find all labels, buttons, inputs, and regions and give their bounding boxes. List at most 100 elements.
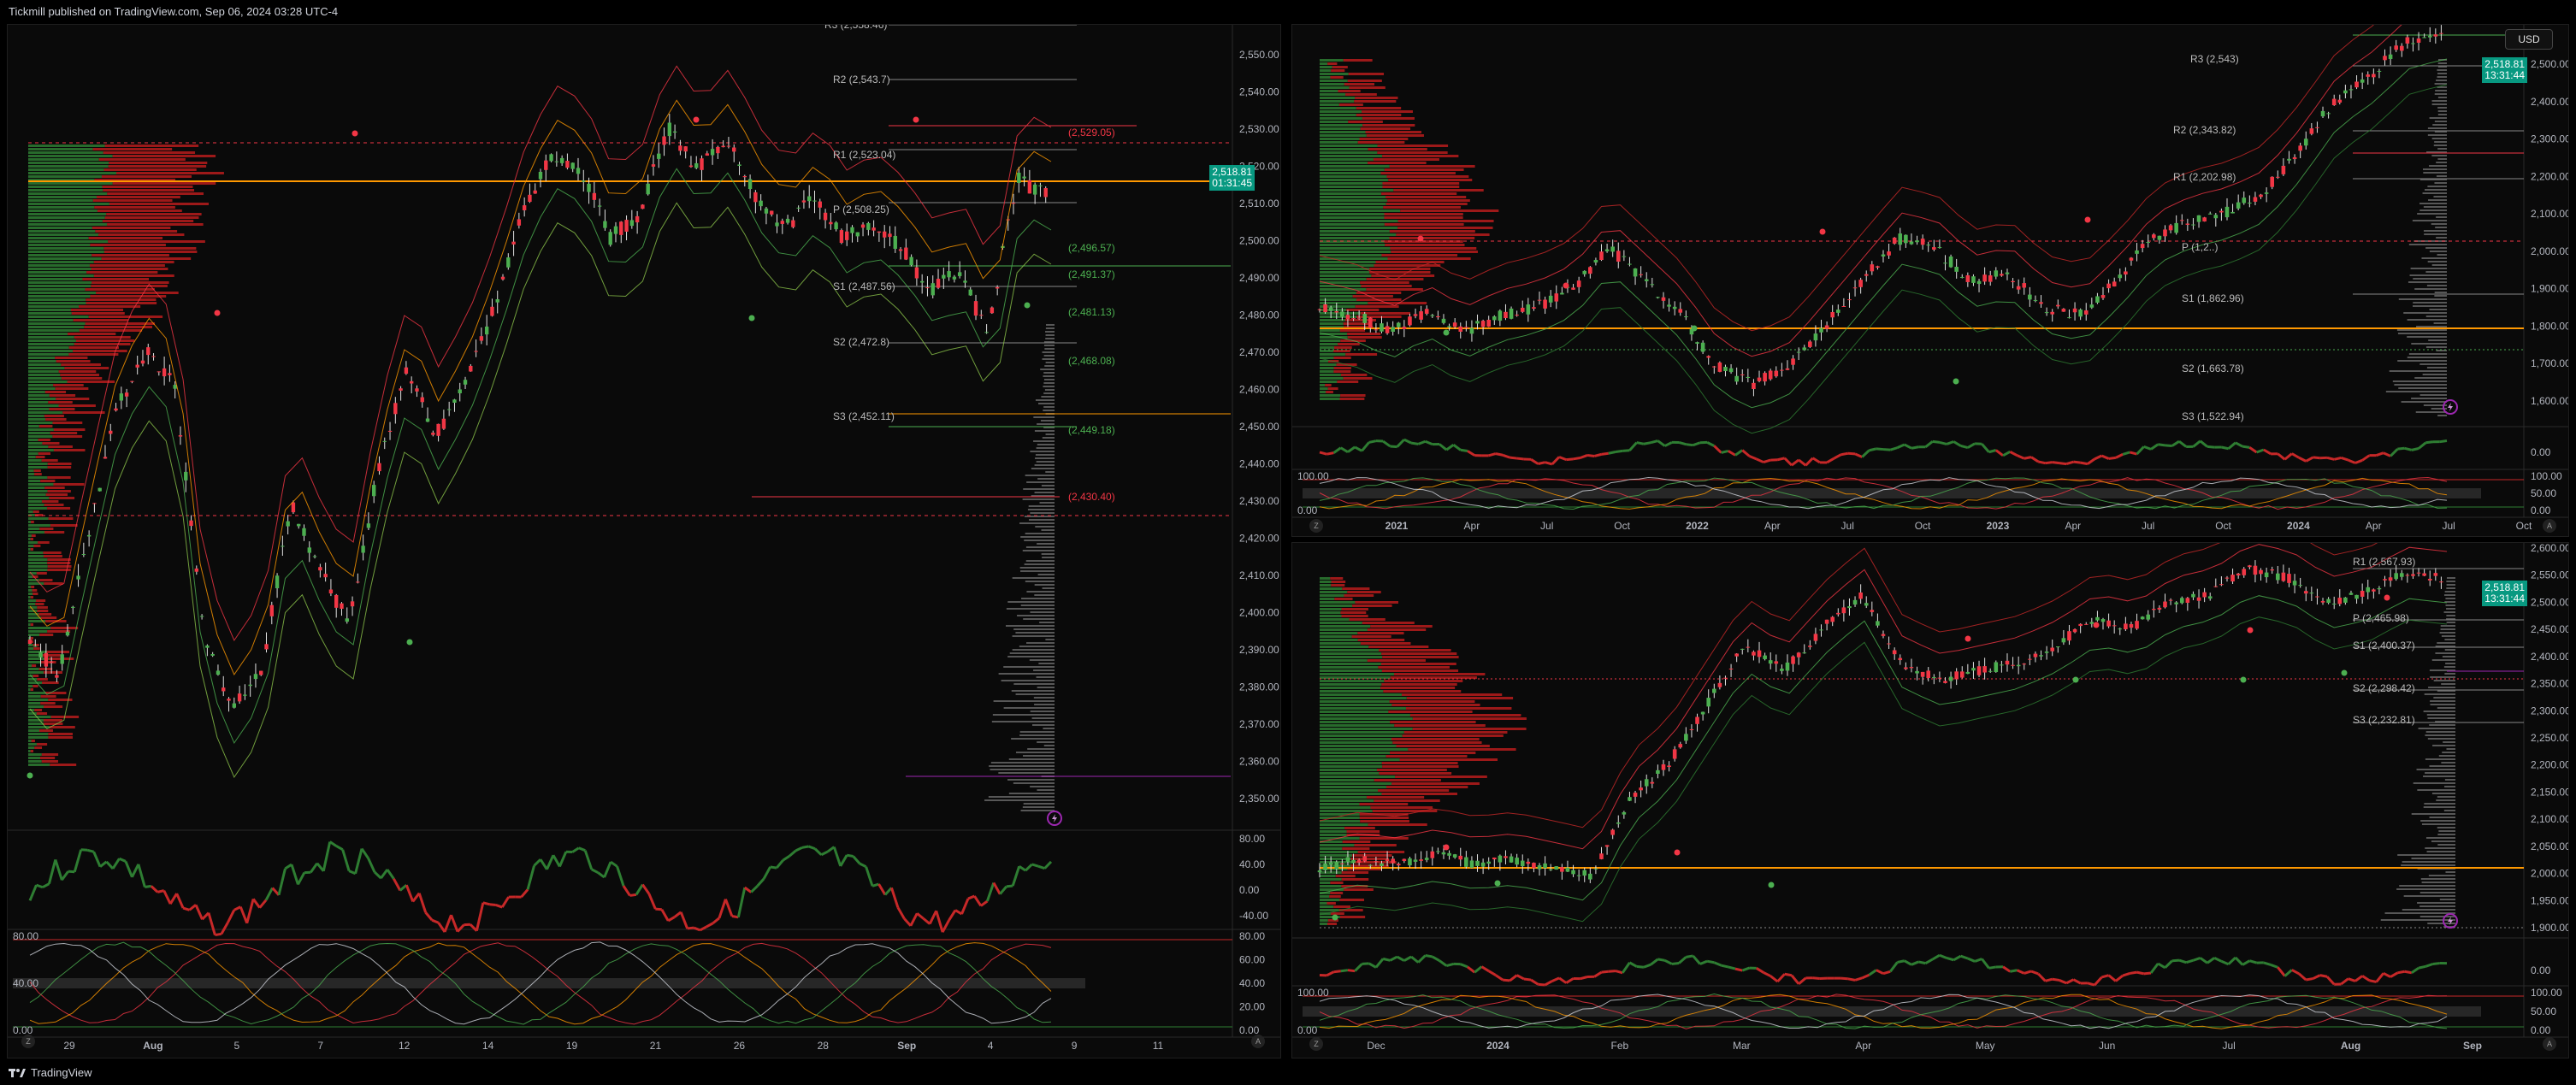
volume-profile-bar xyxy=(44,531,65,534)
candle-body xyxy=(2039,655,2043,657)
volume-profile-bar xyxy=(41,753,59,756)
candle-body xyxy=(1943,262,1947,264)
momentum-line xyxy=(1347,969,1356,973)
volume-profile-bar xyxy=(1320,186,1383,188)
candle-body xyxy=(716,146,720,154)
candle-body xyxy=(570,162,575,169)
candle-body xyxy=(1728,368,1734,373)
candle-body xyxy=(522,205,527,210)
a-icon[interactable]: A xyxy=(2543,1037,2556,1051)
volume-profile-bar xyxy=(28,685,33,687)
candle-body xyxy=(700,158,704,170)
candle-body xyxy=(635,215,640,223)
volume-profile-bar xyxy=(1337,380,1359,383)
volume-profile-bar xyxy=(1368,646,1429,648)
candle-body xyxy=(2377,70,2382,72)
candle-body xyxy=(1356,859,1362,863)
candle-body xyxy=(2377,587,2382,590)
oscillator-axis-label: 50.00 xyxy=(2531,1005,2556,1017)
pivot-level-label: S3 (2,452.11) xyxy=(833,410,895,422)
volume-profile-bar xyxy=(1408,748,1516,751)
bottom-right-chart-canvas[interactable]: 2,600.002,550.002,500.002,450.002,400.00… xyxy=(1292,522,2571,1058)
volume-profile-bar xyxy=(92,148,173,150)
volume-profile-bar xyxy=(104,216,199,219)
volume-profile-bar xyxy=(95,230,178,233)
volume-profile-bar xyxy=(1320,772,1380,775)
volume-profile-bar xyxy=(1397,227,1493,229)
candle-body xyxy=(103,457,108,459)
candle-body xyxy=(500,276,505,280)
volume-profile-bar xyxy=(1320,189,1394,192)
candle-body xyxy=(2207,596,2213,599)
session-volume-bar xyxy=(2424,803,2455,805)
momentum-line xyxy=(2052,977,2060,982)
volume-profile-bar xyxy=(28,360,56,363)
candle-body xyxy=(1965,671,1970,675)
volume-profile-bar xyxy=(1320,666,1379,669)
top-right-chart-canvas[interactable]: 2,500.002,400.002,300.002,200.002,100.00… xyxy=(1292,0,2571,536)
volume-profile-bar xyxy=(1389,230,1475,233)
volume-profile-bar xyxy=(28,261,94,263)
price-axis-label: 2,400.00 xyxy=(2531,651,2568,663)
volume-profile-bar xyxy=(1320,343,1338,345)
volume-profile-bar xyxy=(1320,673,1395,675)
volume-profile-bar xyxy=(1390,676,1477,679)
volume-profile-bar xyxy=(1373,158,1439,161)
volume-profile-bar xyxy=(56,398,90,400)
momentum-line xyxy=(1657,958,1665,962)
candle-body xyxy=(517,219,522,226)
volume-profile-bar xyxy=(31,586,35,588)
volume-profile-bar xyxy=(1320,380,1338,383)
candle-body xyxy=(2095,296,2100,303)
z-icon[interactable]: Z xyxy=(1309,519,1323,533)
left-chart-canvas[interactable]: 2,550.002,540.002,530.002,520.002,510.00… xyxy=(8,19,1280,1058)
session-volume-bar xyxy=(2422,168,2447,170)
session-volume-bar xyxy=(2427,717,2455,719)
session-volume-bar xyxy=(2431,264,2447,266)
candle-body xyxy=(2028,658,2032,660)
session-volume-bar xyxy=(1039,622,1055,623)
candle-body xyxy=(2388,54,2393,60)
candle-body xyxy=(2044,652,2049,653)
currency-button[interactable]: USD xyxy=(2505,29,2553,50)
a-icon[interactable]: A xyxy=(1251,1035,1265,1048)
left-chart-pane[interactable]: 2,550.00 2,540.00 2,530.00 2,520.00 2,510.00… xyxy=(7,19,1281,1058)
candle-body xyxy=(114,408,118,411)
volume-profile-bar xyxy=(28,490,48,492)
a-icon[interactable]: A xyxy=(2543,519,2556,533)
volume-profile-bar xyxy=(1320,628,1368,631)
volume-profile-bar xyxy=(1368,148,1427,150)
top-right-chart-pane[interactable]: 2,500.00 2,400.00 2,300.00 2,200.00 2,100.00… xyxy=(1291,0,2571,537)
z-icon[interactable]: Z xyxy=(21,1035,35,1048)
session-volume-bar xyxy=(1036,447,1055,449)
candle-body xyxy=(667,122,672,137)
volume-profile-bar xyxy=(28,278,83,280)
bottom-right-chart-pane[interactable]: 2,600.00 2,550.00 2,500.00 2,450.00 2,400.00… xyxy=(1291,522,2571,1058)
volume-profile-bar xyxy=(102,186,193,188)
tradingview-brand[interactable]: TradingView xyxy=(9,1066,92,1079)
volume-profile-bar xyxy=(1320,134,1367,137)
candle-body xyxy=(237,693,242,702)
volume-profile-bar xyxy=(40,616,57,619)
volume-profile-bar xyxy=(1381,762,1458,764)
z-icon[interactable]: Z xyxy=(1309,1037,1323,1051)
pivot-level-label: (2,449.18) xyxy=(1068,424,1115,436)
session-volume-bar xyxy=(2417,789,2455,791)
volume-profile-bar xyxy=(1320,765,1383,768)
session-volume-bar xyxy=(1034,492,1055,493)
candle-body xyxy=(1402,858,1407,862)
volume-profile-bar xyxy=(28,333,68,335)
momentum-line xyxy=(1601,451,1609,456)
price-axis-label: 2,530.00 xyxy=(1239,123,1279,135)
brand-name: TradingView xyxy=(31,1066,92,1079)
volume-profile-bar xyxy=(1320,618,1350,621)
session-volume-bar xyxy=(1007,656,1055,657)
price-axis-label: 2,550.00 xyxy=(1239,49,1279,61)
volume-profile-bar xyxy=(32,589,38,592)
session-volume-bar xyxy=(1045,639,1055,640)
session-volume-bar xyxy=(2426,851,2455,852)
candle-body xyxy=(1841,607,1846,614)
candle-body xyxy=(919,280,925,283)
volume-profile-bar xyxy=(1320,779,1374,781)
momentum-line xyxy=(1608,970,1616,973)
